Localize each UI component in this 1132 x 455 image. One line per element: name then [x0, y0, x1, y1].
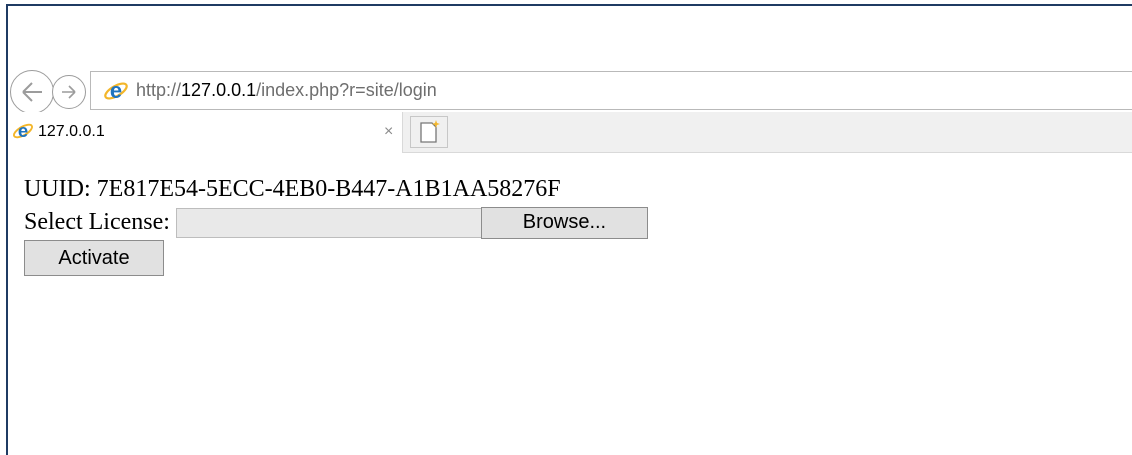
page-content: UUID: 7E817E54-5ECC-4EB0-B447-A1B1AA5827… [24, 174, 648, 276]
url-text: http://127.0.0.1/index.php?r=site/login [136, 78, 437, 102]
tab-active[interactable]: e 127.0.0.1 × [8, 112, 403, 153]
browser-window: e http://127.0.0.1/index.php?r=site/logi… [6, 4, 1132, 455]
back-button[interactable] [10, 70, 54, 114]
browse-button[interactable]: Browse... [480, 207, 648, 239]
license-row: Select License: Browse... [24, 207, 648, 239]
internet-explorer-icon: e [104, 78, 128, 103]
back-arrow-icon [22, 82, 42, 102]
url-host: 127.0.0.1 [181, 80, 257, 100]
svg-text:e: e [110, 78, 122, 103]
tab-strip: e 127.0.0.1 × [8, 112, 1132, 153]
new-tab-button[interactable] [410, 116, 448, 148]
tab-ie-icon: e [13, 120, 33, 141]
tab-title: 127.0.0.1 [38, 123, 105, 140]
url-path: /index.php?r=site/login [256, 80, 437, 100]
activate-button[interactable]: Activate [24, 240, 164, 276]
address-bar: e http://127.0.0.1/index.php?r=site/logi… [8, 58, 1132, 114]
title-bar [8, 6, 1132, 58]
license-file-input[interactable] [175, 208, 482, 238]
uuid-text: UUID: 7E817E54-5ECC-4EB0-B447-A1B1AA5827… [24, 176, 561, 202]
tab-close-icon[interactable]: × [384, 123, 393, 141]
url-prefix: http:// [136, 80, 182, 100]
license-label: Select License: [24, 209, 170, 235]
new-tab-icon [420, 120, 440, 143]
forward-arrow-icon [62, 85, 76, 99]
svg-text:e: e [18, 120, 28, 141]
url-field[interactable]: e http://127.0.0.1/index.php?r=site/logi… [90, 71, 1132, 110]
activate-row: Activate [24, 237, 648, 276]
forward-button[interactable] [52, 75, 86, 109]
